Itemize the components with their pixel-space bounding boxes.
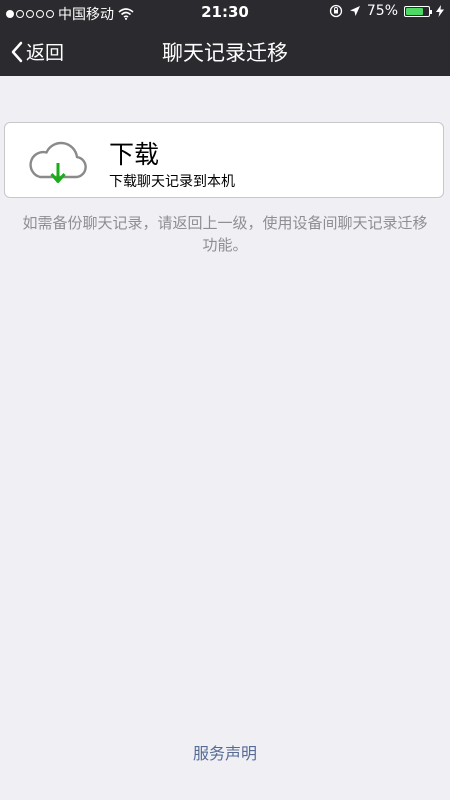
battery-percent: 75% xyxy=(366,3,398,19)
download-subtitle: 下载聊天记录到本机 xyxy=(109,174,235,190)
download-title: 下载 xyxy=(109,140,160,169)
status-right: 75% xyxy=(329,3,444,19)
location-arrow-icon xyxy=(349,6,360,16)
cloud-download-icon xyxy=(29,141,87,183)
battery-level-fill xyxy=(406,7,423,15)
page-title: 聊天记录迁移 xyxy=(162,41,288,65)
service-statement-link[interactable]: 服务声明 xyxy=(0,740,450,764)
backup-hint-text: 如需备份聊天记录，请返回上一级，使用设备间聊天记录迁移功能。 xyxy=(22,214,428,254)
download-option[interactable]: 下载 下载聊天记录到本机 xyxy=(4,122,444,198)
charging-bolt-icon xyxy=(436,5,444,17)
battery-icon xyxy=(404,5,432,17)
status-bar: 中国移动 21:30 75% xyxy=(0,0,450,26)
navigation-bar: 返回 聊天记录迁移 xyxy=(0,26,450,76)
top-bar: 中国移动 21:30 75% 返回 聊天记录迁移 xyxy=(0,0,450,76)
rotation-lock-icon xyxy=(329,4,343,18)
